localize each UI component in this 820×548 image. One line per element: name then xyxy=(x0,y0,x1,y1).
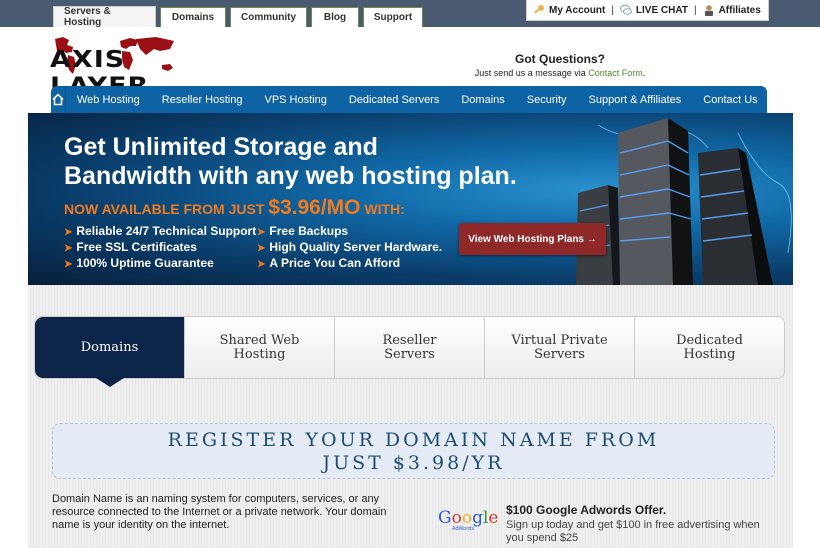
product-tab-virtual-private-servers[interactable]: Virtual Private Servers xyxy=(484,317,634,378)
top-tab-community[interactable]: Community xyxy=(230,7,307,27)
nav-contact-us[interactable]: Contact Us xyxy=(692,94,768,106)
nav-security[interactable]: Security xyxy=(516,94,578,106)
adwords-offer-text: Sign up today and get $100 in free adver… xyxy=(506,519,760,544)
account-bar: My Account | LIVE CHAT | Affiliates xyxy=(526,0,769,21)
my-account-label: My Account xyxy=(549,4,606,16)
product-tab-dedicated-hosting[interactable]: Dedicated Hosting xyxy=(634,317,784,378)
top-tab-servers-hosting[interactable]: Servers & Hosting xyxy=(53,6,156,28)
view-hosting-plans-button[interactable]: View Web Hosting Plans → xyxy=(459,223,606,255)
nav-domains[interactable]: Domains xyxy=(450,94,515,106)
tab-label: Hosting xyxy=(233,346,286,362)
banner-price-line: NOW AVAILABLE FROM JUST $3.96/MO WITH: xyxy=(64,196,405,220)
google-adwords-logo: Google AdWords xyxy=(438,508,498,532)
top-tabs: Servers & Hosting Domains Community Blog… xyxy=(53,6,423,28)
top-tab-support[interactable]: Support xyxy=(363,7,423,27)
tab-label: Reseller xyxy=(382,332,437,348)
adwords-offer-title: $100 Google Adwords Offer. xyxy=(506,503,667,517)
home-button[interactable] xyxy=(51,86,66,113)
product-tab-shared-web-hosting[interactable]: Shared Web Hosting xyxy=(184,317,334,378)
features-list-2: Free Backups High Quality Server Hardwar… xyxy=(257,224,442,272)
tab-label: Hosting xyxy=(683,346,736,362)
server-racks-image xyxy=(576,118,792,285)
nav-reseller-hosting[interactable]: Reseller Hosting xyxy=(151,94,254,106)
affiliates-label: Affiliates xyxy=(718,4,761,16)
contact-form-link[interactable]: Contact Form xyxy=(588,68,643,78)
avail-suffix: WITH: xyxy=(360,201,405,217)
user-icon xyxy=(704,5,713,16)
promo-banner: Get Unlimited Storage and Bandwidth with… xyxy=(28,113,793,285)
register-line-2: JUST $3.98/YR xyxy=(322,452,505,474)
tab-label: Shared Web xyxy=(219,332,300,348)
features-list-1: Reliable 24/7 Technical Support Free SSL… xyxy=(64,224,256,272)
headline-line-1: Get Unlimited Storage and xyxy=(64,133,378,161)
headline-line-2: Bandwidth with any web hosting plan. xyxy=(64,162,517,190)
register-domain-heading: REGISTER YOUR DOMAIN NAME FROM JUST $3.9… xyxy=(52,423,775,479)
svg-text:Google: Google xyxy=(438,508,498,528)
tab-label: Servers xyxy=(384,346,435,362)
tab-label: Domains xyxy=(80,339,139,355)
nav-dedicated-servers[interactable]: Dedicated Servers xyxy=(338,94,451,106)
separator: | xyxy=(693,4,697,16)
product-tab-reseller-servers[interactable]: Reseller Servers xyxy=(334,317,484,378)
main-nav: Web Hosting Reseller Hosting VPS Hosting… xyxy=(51,86,767,113)
tab-label: Dedicated xyxy=(676,332,743,348)
top-tab-domains[interactable]: Domains xyxy=(160,7,226,27)
questions-text: Just send us a message via xyxy=(474,68,586,78)
feature-item: Free Backups xyxy=(257,224,442,240)
feature-item: A Price You Can Afford xyxy=(257,256,442,272)
my-account-link[interactable]: My Account xyxy=(533,4,605,16)
questions-title: Got Questions? xyxy=(515,52,605,66)
feature-item: Free SSL Certificates xyxy=(64,240,256,256)
affiliates-link[interactable]: Affiliates xyxy=(703,4,761,16)
product-tab-domains[interactable]: Domains xyxy=(35,317,184,387)
live-chat-label: LIVE CHAT xyxy=(635,4,688,16)
logo[interactable]: AXIS LAYER xyxy=(50,35,220,99)
banner-headline: Get Unlimited Storage and Bandwidth with… xyxy=(64,133,517,191)
domain-description: Domain Name is an naming system for comp… xyxy=(52,493,387,531)
chat-bubble-icon xyxy=(619,4,632,15)
register-line-1: REGISTER YOUR DOMAIN NAME FROM xyxy=(167,429,660,451)
product-tabs: Domains Shared Web Hosting Reseller Server… xyxy=(34,316,785,387)
contact-prompt: Got Questions? Just send us a message vi… xyxy=(470,52,650,78)
feature-item: Reliable 24/7 Technical Support xyxy=(64,224,256,240)
tab-label: Servers xyxy=(534,346,585,362)
questions-suffix: . xyxy=(642,68,646,78)
live-chat-link[interactable]: LIVE CHAT xyxy=(619,4,688,16)
avail-prefix: NOW AVAILABLE FROM JUST xyxy=(64,201,269,217)
feature-item: High Quality Server Hardware. xyxy=(257,240,442,256)
tab-label: Virtual Private xyxy=(511,332,608,348)
feature-item: 100% Uptime Guarantee xyxy=(64,256,256,272)
key-icon xyxy=(534,5,544,14)
home-icon xyxy=(52,93,64,106)
separator: | xyxy=(611,4,614,16)
nav-web-hosting[interactable]: Web Hosting xyxy=(66,94,151,106)
banner-price: $3.96/MO xyxy=(268,196,361,219)
top-tab-blog[interactable]: Blog xyxy=(311,7,359,27)
nav-vps-hosting[interactable]: VPS Hosting xyxy=(253,94,337,106)
questions-subtitle: Just send us a message via Contact Form. xyxy=(470,68,650,78)
svg-text:AdWords: AdWords xyxy=(452,526,474,532)
nav-support-affiliates[interactable]: Support & Affiliates xyxy=(578,94,693,106)
content-area: Domains Shared Web Hosting Reseller Server… xyxy=(28,285,793,548)
